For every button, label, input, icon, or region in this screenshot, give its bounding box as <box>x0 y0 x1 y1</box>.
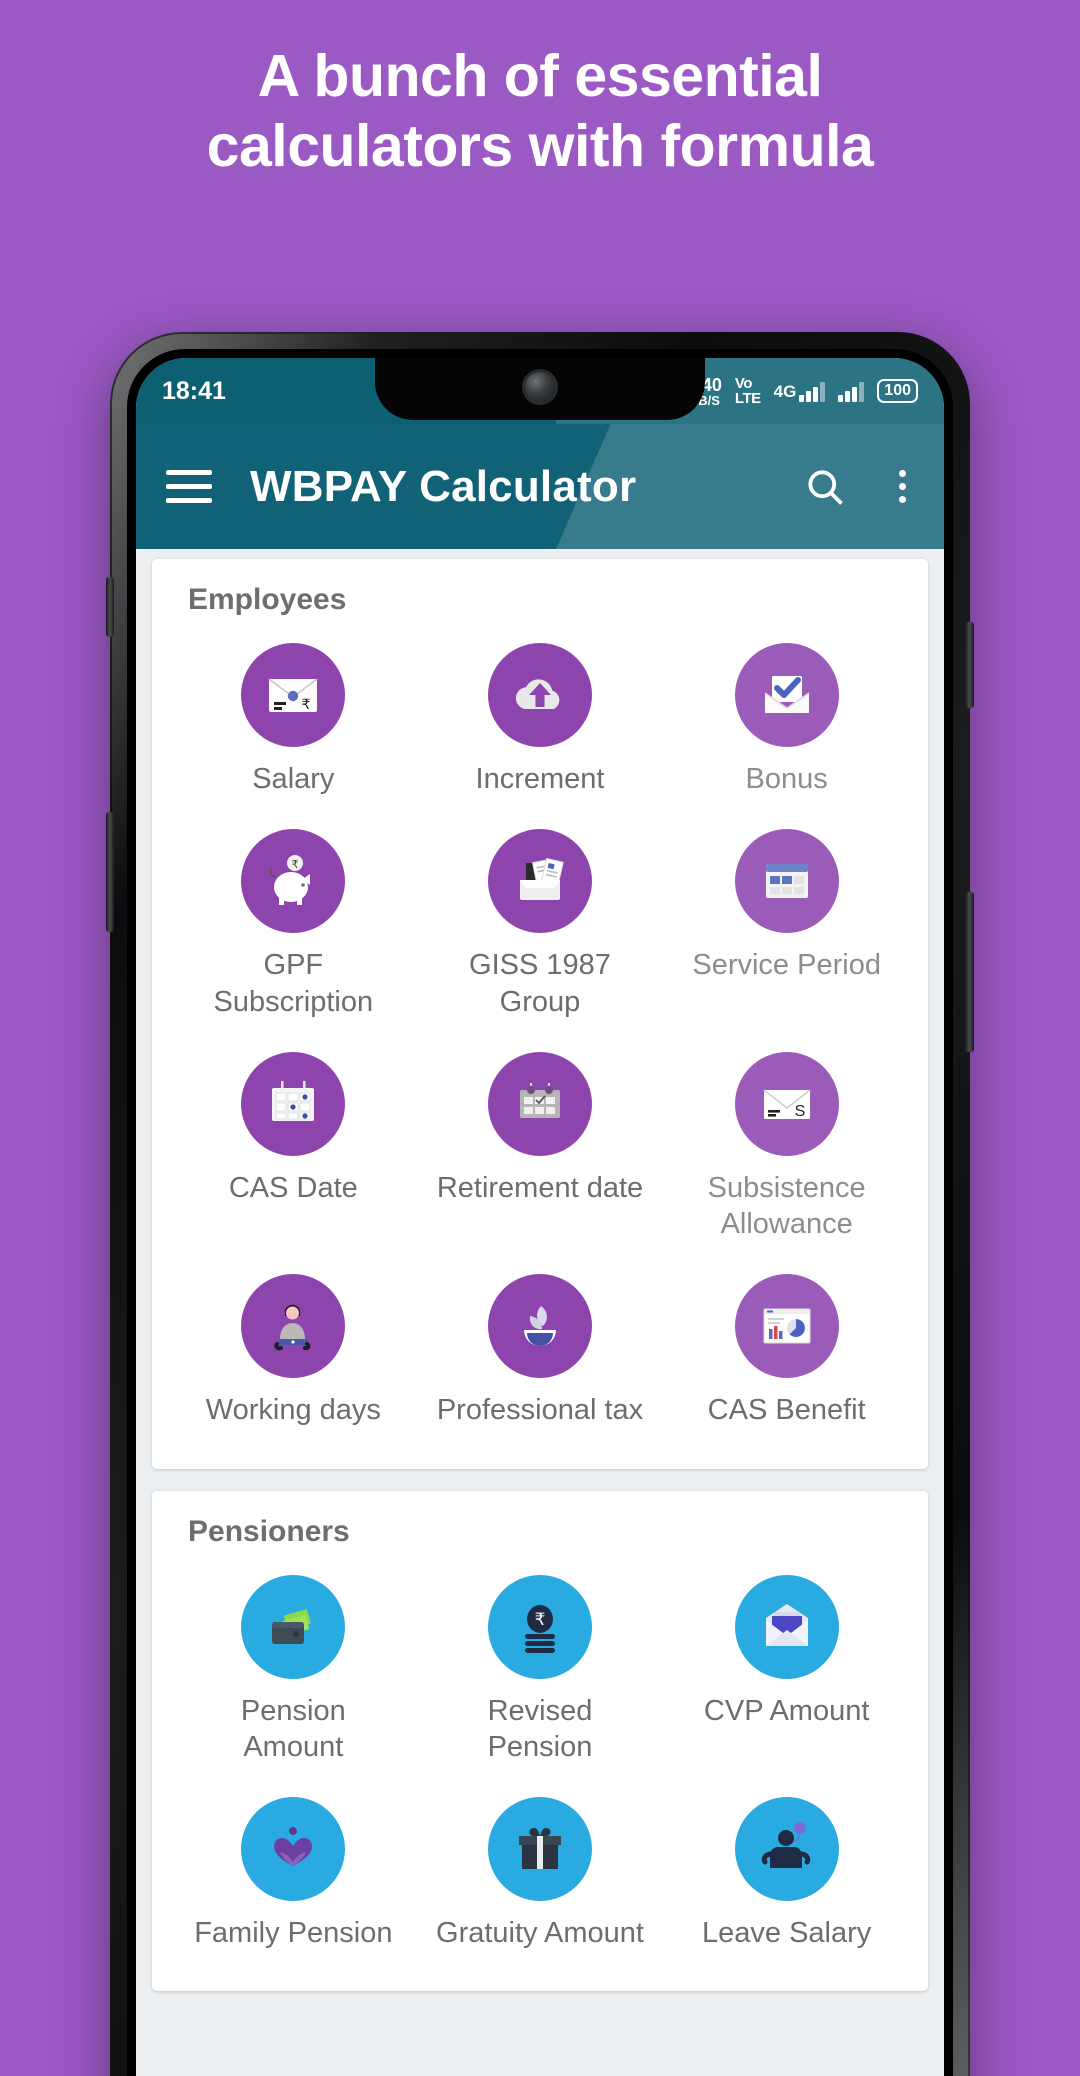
volte-icon: Vo LTE <box>735 376 761 406</box>
network-type-signal: 4G <box>774 380 826 402</box>
volte-line2: LTE <box>734 390 761 407</box>
tile-working-days[interactable]: Working days <box>170 1256 417 1442</box>
tile-label: Leave Salary <box>702 1917 872 1949</box>
tile-label: Family Pension <box>194 1917 393 1949</box>
tile-retirement-date[interactable]: Retirement date <box>417 1034 664 1257</box>
phone-left-button-top[interactable] <box>106 577 114 637</box>
search-icon[interactable] <box>803 465 847 509</box>
promo-headline-line1: A bunch of essential <box>257 43 823 109</box>
calendar-dots-icon <box>241 1051 346 1156</box>
tile-label: CAS Date <box>228 1171 358 1204</box>
tile-salary[interactable]: ₹ Salary <box>170 625 417 811</box>
calendar-check-icon <box>487 1051 592 1156</box>
tile-leave-salary[interactable]: Leave Salary <box>663 1779 910 1965</box>
tile-grid-pensioners: Pension Amount ₹ Revised Pension CVP Amo… <box>170 1557 910 1966</box>
envelope-s-icon: S <box>734 1051 839 1156</box>
tile-subsistence-allowance[interactable]: S Subsistence Allowance <box>663 1034 910 1257</box>
battery-indicator: 100 <box>877 379 918 403</box>
phone-screen: 18:41 0.40 KB/S <box>136 358 944 2076</box>
network-type-label: 4G <box>773 381 797 401</box>
app-bar-actions <box>803 465 914 509</box>
status-bar: 18:41 0.40 KB/S <box>136 358 944 424</box>
tile-label: Retirement date <box>436 1171 644 1204</box>
documents-tray-icon <box>487 829 592 934</box>
svg-text:₹: ₹ <box>302 697 311 713</box>
tile-label: GPF Subscription <box>213 949 374 1018</box>
tile-giss-1987-group[interactable]: GISS 1987 Group <box>417 811 664 1034</box>
phone-volume-button[interactable] <box>965 892 974 1052</box>
calendar-window-icon <box>734 829 839 934</box>
promo-headline: A bunch of essential calculators with fo… <box>0 42 1080 181</box>
section-card-employees: Employees ₹ Salary Increment Bonus ₹ GPF… <box>152 559 928 1469</box>
phone-mockup: 18:41 0.40 KB/S <box>106 332 974 2076</box>
svg-text:₹: ₹ <box>535 1610 546 1630</box>
tile-label: Salary <box>252 763 335 795</box>
tile-increment[interactable]: Increment <box>417 625 664 811</box>
tile-cas-date[interactable]: CAS Date <box>170 1034 417 1257</box>
tile-label: Service Period <box>692 949 881 982</box>
section-title: Pensioners <box>188 1514 350 1548</box>
app-bar: WBPAY Calculator <box>136 424 944 549</box>
svg-text:S: S <box>794 1103 805 1120</box>
tile-label: Increment <box>475 763 605 795</box>
tile-label: CVP Amount <box>703 1694 870 1727</box>
tile-revised-pension[interactable]: ₹ Revised Pension <box>417 1557 664 1780</box>
tile-label: Working days <box>205 1394 381 1427</box>
tile-label: Bonus <box>745 763 828 795</box>
main-content[interactable]: Employees ₹ Salary Increment Bonus ₹ GPF… <box>136 549 944 2076</box>
tile-label: Gratuity Amount <box>436 1917 644 1949</box>
person-laptop-icon <box>241 1274 346 1379</box>
gift-box-icon <box>487 1797 592 1901</box>
tile-label: Revised Pension <box>487 1694 593 1763</box>
app-title: WBPAY Calculator <box>250 461 637 511</box>
person-balloon-icon <box>734 1797 839 1901</box>
tile-label: Professional tax <box>436 1394 644 1427</box>
hamburger-menu-icon[interactable] <box>166 470 212 503</box>
tile-label: CAS Benefit <box>707 1394 866 1427</box>
open-envelope-icon <box>734 1574 839 1679</box>
tile-gratuity-amount[interactable]: Gratuity Amount <box>417 1779 664 1965</box>
section-card-pensioners: Pensioners Pension Amount ₹ Revised Pens… <box>152 1490 928 1992</box>
tile-label: Subsistence Allowance <box>707 1171 866 1240</box>
tile-gpf-subscription[interactable]: ₹ GPF Subscription <box>170 811 417 1034</box>
tile-bonus[interactable]: Bonus <box>663 625 910 811</box>
chart-dashboard-icon <box>734 1274 839 1379</box>
tile-cas-benefit[interactable]: CAS Benefit <box>663 1256 910 1442</box>
more-vertical-icon[interactable] <box>891 466 914 507</box>
tile-grid-employees: ₹ Salary Increment Bonus ₹ GPF Subscript… <box>170 625 910 1443</box>
family-hands-icon <box>241 1797 346 1901</box>
signal-bars-sim1 <box>799 380 826 402</box>
phone-power-button[interactable] <box>965 622 974 708</box>
tile-label: Pension Amount <box>240 1694 346 1763</box>
tile-label: GISS 1987 Group <box>469 949 611 1018</box>
promo-headline-line2: calculators with formula <box>206 112 874 179</box>
signal-bars-sim2 <box>838 380 865 402</box>
envelope-check-icon <box>734 643 839 747</box>
piggy-bank-icon: ₹ <box>241 829 346 934</box>
svg-text:₹: ₹ <box>292 858 299 871</box>
tile-family-pension[interactable]: Family Pension <box>170 1779 417 1965</box>
wallet-cash-icon <box>241 1574 346 1679</box>
status-bar-clock: 18:41 <box>162 376 226 405</box>
leaf-bowl-icon <box>487 1274 592 1379</box>
tile-professional-tax[interactable]: Professional tax <box>417 1256 664 1442</box>
phone-bezel: 18:41 0.40 KB/S <box>127 349 953 2076</box>
tile-pension-amount[interactable]: Pension Amount <box>170 1557 417 1780</box>
envelope-rupee-icon: ₹ <box>241 643 346 747</box>
tile-cvp-amount[interactable]: CVP Amount <box>663 1557 910 1780</box>
section-title: Employees <box>188 583 347 616</box>
front-camera-icon <box>525 372 555 402</box>
rupee-coin-stack-icon: ₹ <box>487 1574 592 1679</box>
cloud-upload-icon <box>487 643 592 747</box>
phone-left-button-bottom[interactable] <box>106 812 114 932</box>
tile-service-period[interactable]: Service Period <box>663 811 910 1034</box>
